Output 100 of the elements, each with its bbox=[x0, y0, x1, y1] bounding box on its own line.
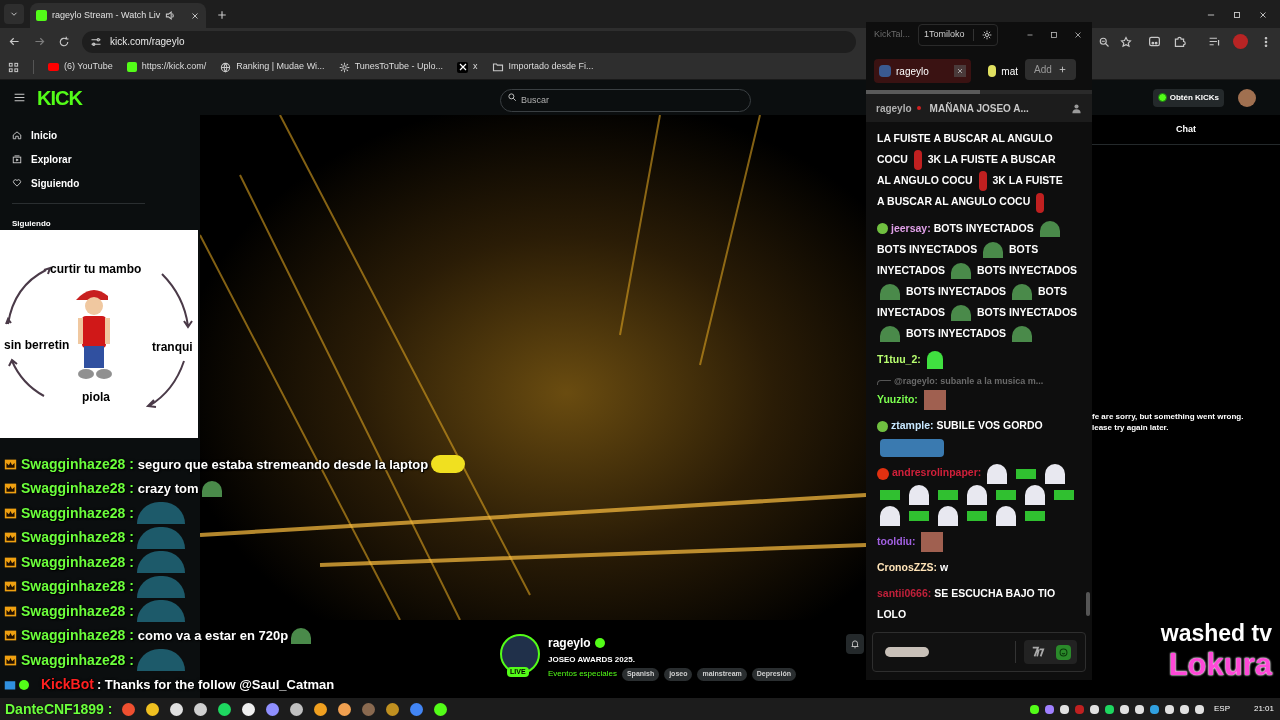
emote-menu-button[interactable] bbox=[1056, 644, 1071, 660]
clock[interactable]: 21:01 bbox=[1253, 703, 1274, 715]
anime-emote bbox=[995, 506, 1016, 527]
username[interactable]: tooldiu: bbox=[877, 535, 916, 548]
chat-tab[interactable]: rageylo bbox=[874, 59, 971, 83]
browser-tab[interactable]: rageylo Stream - Watch Liv bbox=[30, 3, 206, 28]
username[interactable]: ztample: bbox=[891, 419, 934, 432]
frog-emote bbox=[951, 304, 971, 321]
app-icon[interactable] bbox=[338, 702, 352, 716]
url-text: kick.com/rageylo bbox=[110, 35, 185, 49]
pinned-message[interactable]: rageylo MAÑANA JOSEO A... bbox=[866, 94, 1092, 122]
chat-username: Swagginhaze28 : bbox=[21, 601, 134, 621]
chat-tab[interactable]: Chat bbox=[1176, 122, 1196, 137]
tab-title: rageylo Stream - Watch Liv bbox=[52, 8, 161, 22]
gear-icon bbox=[338, 61, 350, 73]
bookmark-link[interactable]: Importado desde Fi... bbox=[491, 60, 594, 74]
anime-emote bbox=[908, 484, 929, 505]
site-settings-icon[interactable] bbox=[90, 35, 102, 48]
media-queue-icon[interactable] bbox=[1208, 35, 1221, 48]
emote-image bbox=[885, 647, 929, 657]
app-icon[interactable] bbox=[434, 702, 448, 716]
app-icon[interactable] bbox=[146, 702, 160, 716]
meme-caption: tranqui bbox=[152, 339, 193, 356]
ghost-emote bbox=[926, 350, 943, 369]
bookmark-link[interactable]: x bbox=[457, 60, 478, 74]
speaker-icon bbox=[165, 10, 177, 21]
restore-icon[interactable] bbox=[1232, 10, 1242, 20]
message-text: BOTS INYECTADOS bbox=[877, 241, 978, 257]
message-text: w bbox=[940, 560, 949, 576]
bookmark-link[interactable]: https://kick.com/ bbox=[126, 60, 207, 74]
app-icon[interactable] bbox=[218, 702, 232, 716]
new-tab-icon[interactable] bbox=[216, 9, 228, 21]
meme-caption: curtir tu mambo bbox=[50, 261, 142, 278]
chat-username: Swagginhaze28 : bbox=[21, 503, 134, 523]
app-icon[interactable] bbox=[290, 702, 304, 716]
nav-item[interactable]: Siguiendo bbox=[12, 171, 145, 195]
notification-button[interactable] bbox=[846, 634, 864, 654]
chat-message: como va a estar en 720p bbox=[137, 627, 289, 645]
category-link[interactable]: Eventos especiales bbox=[548, 668, 617, 681]
chat-username: Swagginhaze28 : bbox=[21, 479, 134, 499]
message-text: LA FUISTE A BUSCAR AL ANGULO bbox=[877, 131, 1053, 146]
minimize-icon[interactable] bbox=[1026, 31, 1034, 39]
nav-item[interactable]: Explorar bbox=[12, 147, 145, 171]
username[interactable]: jeersay: bbox=[891, 221, 931, 234]
channel-name[interactable]: rageylo bbox=[548, 634, 591, 652]
add-channel-button[interactable]: Add bbox=[1025, 59, 1076, 80]
bookmark-star-icon[interactable] bbox=[1120, 35, 1132, 48]
nav-item[interactable]: Inicio bbox=[12, 123, 145, 147]
channel-avatar bbox=[879, 65, 891, 77]
puzzle-icon[interactable] bbox=[1173, 35, 1186, 48]
username[interactable]: CronosZZS: bbox=[877, 561, 938, 574]
reply-preview: @rageylo: subanle a la musica m... bbox=[894, 374, 1044, 388]
search-icon bbox=[506, 92, 517, 102]
app-icon[interactable] bbox=[170, 702, 184, 716]
emote-menu-button[interactable] bbox=[1030, 644, 1046, 660]
reading-mode-icon[interactable] bbox=[1148, 35, 1161, 48]
address-bar[interactable]: kick.com/rageylo bbox=[82, 30, 856, 53]
close-icon[interactable] bbox=[1258, 10, 1268, 20]
bookmark-link[interactable]: Ranking | Mudae Wi... bbox=[220, 60, 325, 74]
kick-logo[interactable]: KICK bbox=[37, 87, 82, 108]
close-icon[interactable] bbox=[190, 10, 200, 21]
account-switcher[interactable]: 1Tomiloko bbox=[918, 24, 998, 46]
message-input[interactable] bbox=[872, 632, 1086, 672]
bookmark-link[interactable]: (6) YouTube bbox=[48, 60, 113, 74]
chat-message: : Thanks for the follow @Saul_Catman bbox=[96, 676, 335, 694]
home-icon bbox=[12, 130, 22, 140]
get-kicks-button[interactable]: Obtén KICKs bbox=[1152, 88, 1224, 107]
bars-emote bbox=[1024, 511, 1045, 522]
meme-caption: piola bbox=[82, 389, 110, 406]
username[interactable]: andresrolinpaper: bbox=[892, 466, 982, 479]
heart-icon bbox=[12, 178, 22, 188]
emote-image bbox=[923, 390, 946, 411]
maximize-icon[interactable] bbox=[1050, 31, 1058, 39]
app-icon[interactable] bbox=[386, 702, 400, 716]
app-icon[interactable] bbox=[266, 702, 280, 716]
user-avatar[interactable] bbox=[1238, 88, 1256, 107]
app-icon[interactable] bbox=[314, 702, 328, 716]
apps-grid-icon[interactable] bbox=[8, 61, 19, 73]
username[interactable]: Yuuzito: bbox=[877, 393, 918, 406]
message-text: BOTS INYECTADOS bbox=[976, 262, 1078, 278]
menu-icon[interactable] bbox=[13, 91, 26, 104]
bookmark-link[interactable]: TunesToTube - Uplo... bbox=[338, 60, 443, 74]
error-message: fe are sorry, but something went wrong. bbox=[1092, 411, 1245, 422]
language-indicator[interactable]: ESP bbox=[1213, 703, 1230, 715]
close-tab-button[interactable] bbox=[954, 65, 966, 77]
reload-icon[interactable] bbox=[58, 35, 70, 48]
section-heading: Siguiendo bbox=[12, 219, 51, 228]
username[interactable]: T1tuu_2: bbox=[877, 352, 921, 365]
zoom-out-icon[interactable] bbox=[1098, 35, 1110, 48]
search-field[interactable]: Buscar bbox=[499, 88, 751, 112]
chat-tab[interactable]: mat bbox=[983, 59, 1023, 83]
bars-emote bbox=[1053, 489, 1074, 500]
channel-avatar[interactable] bbox=[500, 634, 540, 674]
app-icon[interactable] bbox=[242, 702, 256, 716]
back-icon[interactable] bbox=[8, 35, 21, 48]
app-icon[interactable] bbox=[194, 702, 208, 716]
close-icon bbox=[956, 67, 964, 75]
close-icon[interactable] bbox=[1074, 31, 1082, 39]
message-text: BOTS bbox=[1009, 241, 1039, 257]
youtube-logo-icon bbox=[48, 63, 59, 71]
